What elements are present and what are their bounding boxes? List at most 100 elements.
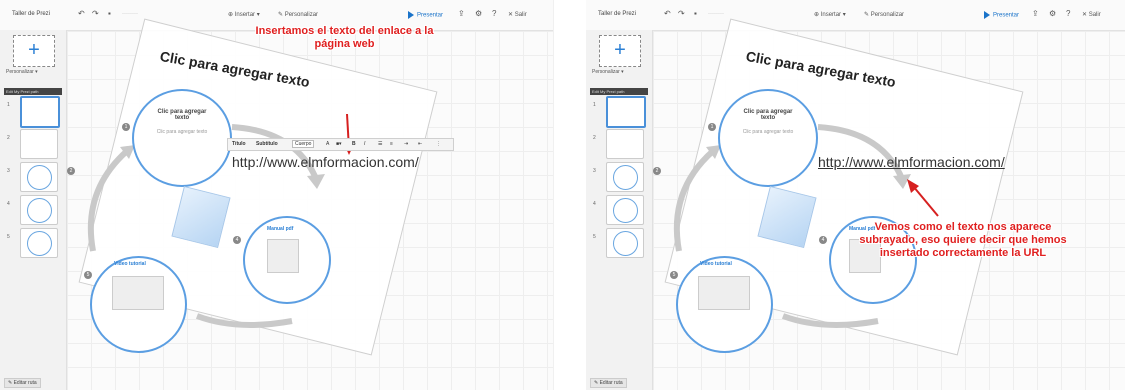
prezi-canvas[interactable]: Clic para agregar texto Clic para agrega… xyxy=(67,18,553,390)
circle-subtitle: Clic para agregar texto xyxy=(742,129,794,135)
thumb-circle xyxy=(27,231,52,256)
path-header: Edit My Prezi path xyxy=(4,88,62,95)
path-thumbnail-4[interactable] xyxy=(606,195,644,225)
step-number-4: 4 xyxy=(233,236,241,244)
url-link-text[interactable]: http://www.elmformacion.com/ xyxy=(818,154,1005,170)
path-thumbnail-2[interactable] xyxy=(606,129,644,159)
insert-menu[interactable]: ⊕ Insertar ▾ xyxy=(228,11,260,18)
path-thumbnail-1[interactable] xyxy=(606,96,646,128)
italic-button[interactable]: I xyxy=(364,141,365,147)
edit-path-button[interactable]: ✎ Editar ruta xyxy=(590,378,627,388)
thumb-number: 2 xyxy=(7,135,10,141)
subtitle-style[interactable]: Subtítulo xyxy=(256,141,278,147)
share-icon[interactable]: ⇪ xyxy=(458,9,465,18)
thumb-number: 2 xyxy=(593,135,596,141)
screenshot-before: Taller de Prezi ↶ ↷ ▪ ········ ⊕ Inserta… xyxy=(0,0,554,390)
step-marker: 2 xyxy=(653,167,661,175)
manual-pdf-label: Manual pdf xyxy=(267,226,294,232)
share-icon[interactable]: ⇪ xyxy=(1032,9,1039,18)
align-icon[interactable]: ≡ xyxy=(390,141,393,147)
customize-sidebar-link[interactable]: Personalizar ▾ xyxy=(6,69,38,75)
step-number-1: 1 xyxy=(122,123,130,131)
pdf-thumbnail xyxy=(267,239,299,273)
edit-path-button[interactable]: ✎ Editar ruta xyxy=(4,378,41,388)
customize-sidebar-link[interactable]: Personalizar ▾ xyxy=(592,69,624,75)
step-marker: 2 xyxy=(67,167,75,175)
app-title: Taller de Prezi xyxy=(598,11,637,17)
video-thumbnail xyxy=(112,276,164,310)
path-thumbnail-3[interactable] xyxy=(20,162,58,192)
add-frame-button[interactable]: + xyxy=(599,35,641,67)
save-icon[interactable]: ▪ xyxy=(694,9,697,18)
thumb-circle xyxy=(613,198,638,223)
thumb-number: 1 xyxy=(593,102,596,108)
color-button[interactable]: ■▾ xyxy=(336,141,342,147)
body-style[interactable]: Cuerpo xyxy=(292,140,315,148)
more-options-icon[interactable]: ⋮ xyxy=(436,141,441,147)
annotation-callout: Insertamos el texto del enlace a la pági… xyxy=(255,25,434,50)
customize-menu[interactable]: ✎ Personalizar xyxy=(864,11,904,18)
thumb-circle xyxy=(27,165,52,190)
url-text-input[interactable]: http://www.elmformacion.com/ xyxy=(232,154,419,170)
thumb-number: 4 xyxy=(593,201,596,207)
save-status: ········ xyxy=(708,11,724,17)
path-thumbnail-4[interactable] xyxy=(20,195,58,225)
font-size-button[interactable]: A xyxy=(326,141,329,147)
thumb-circle xyxy=(613,231,638,256)
undo-icon[interactable]: ↶ xyxy=(664,9,671,18)
video-thumbnail xyxy=(698,276,750,310)
thumb-number: 4 xyxy=(7,201,10,207)
help-icon[interactable]: ? xyxy=(1066,9,1070,18)
indent-icon[interactable]: ⇥ xyxy=(404,141,408,147)
thumb-circle xyxy=(27,198,52,223)
video-tutorial-label: Video tutorial xyxy=(114,261,146,267)
prezi-canvas[interactable]: Clic para agregar texto Clic para agrega… xyxy=(653,18,1125,390)
path-thumbnail-5[interactable] xyxy=(20,228,58,258)
exit-button[interactable]: ✕ Salir xyxy=(1082,11,1101,18)
present-button[interactable]: Presentar xyxy=(408,11,443,19)
redo-icon[interactable]: ↷ xyxy=(678,9,685,18)
undo-icon[interactable]: ↶ xyxy=(78,9,85,18)
play-icon xyxy=(408,11,414,19)
gear-icon[interactable]: ⚙ xyxy=(475,9,482,18)
save-status: ········ xyxy=(122,11,138,17)
thumb-number: 1 xyxy=(7,102,10,108)
step-number-1: 1 xyxy=(708,123,716,131)
circle-title: Clic para agregar texto xyxy=(157,109,207,121)
screenshot-after: Taller de Prezi ↶ ↷ ▪ ········ ⊕ Inserta… xyxy=(586,0,1125,390)
thumb-number: 3 xyxy=(7,168,10,174)
path-sidebar: + Personalizar ▾ Edit My Prezi path 1 2 … xyxy=(586,30,653,390)
path-thumbnail-2[interactable] xyxy=(20,129,58,159)
video-tutorial-label: Video tutorial xyxy=(700,261,732,267)
path-sidebar: + Personalizar ▾ Edit My Prezi path 1 2 … xyxy=(0,30,67,390)
exit-button[interactable]: ✕ Salir xyxy=(508,11,527,18)
help-icon[interactable]: ? xyxy=(492,9,496,18)
outdent-icon[interactable]: ⇤ xyxy=(418,141,422,147)
step-number-5: 5 xyxy=(670,271,678,279)
title-style[interactable]: Título xyxy=(232,141,246,147)
add-frame-button[interactable]: + xyxy=(13,35,55,67)
play-icon xyxy=(984,11,990,19)
annotation-callout: Vemos como el texto nos aparece subrayad… xyxy=(859,221,1067,259)
circle-title: Clic para agregar texto xyxy=(743,109,793,121)
thumb-circle xyxy=(613,165,638,190)
path-thumbnail-5[interactable] xyxy=(606,228,644,258)
insert-menu[interactable]: ⊕ Insertar ▾ xyxy=(814,11,846,18)
thumb-number: 3 xyxy=(593,168,596,174)
bullet-list-icon[interactable]: ☰ xyxy=(378,141,382,147)
text-circle-topic[interactable] xyxy=(132,89,232,187)
thumb-number: 5 xyxy=(7,234,10,240)
app-title: Taller de Prezi xyxy=(12,11,51,17)
circle-subtitle: Clic para agregar texto xyxy=(156,129,208,135)
bold-button[interactable]: B xyxy=(352,141,356,147)
customize-menu[interactable]: ✎ Personalizar xyxy=(278,11,318,18)
path-thumbnail-3[interactable] xyxy=(606,162,644,192)
present-button[interactable]: Presentar xyxy=(984,11,1019,19)
redo-icon[interactable]: ↷ xyxy=(92,9,99,18)
gear-icon[interactable]: ⚙ xyxy=(1049,9,1056,18)
text-format-toolbar: Título Subtítulo Cuerpo A ■▾ B I ☰ ≡ ⇥ ⇤… xyxy=(227,138,454,151)
text-circle-topic[interactable] xyxy=(718,89,818,187)
save-icon[interactable]: ▪ xyxy=(108,9,111,18)
thumb-number: 5 xyxy=(593,234,596,240)
path-thumbnail-1[interactable] xyxy=(20,96,60,128)
